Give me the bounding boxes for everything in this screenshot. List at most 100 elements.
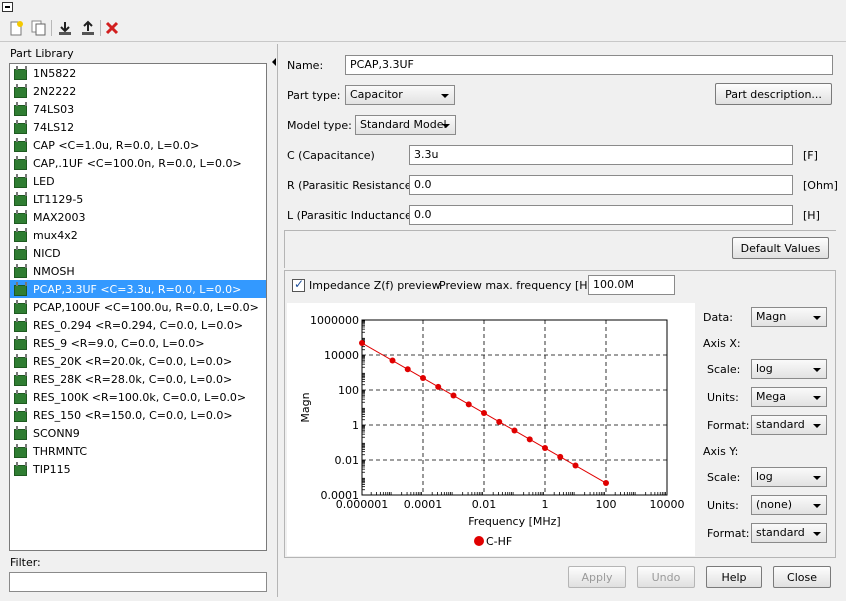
- default-values-button[interactable]: Default Values: [732, 237, 829, 259]
- y-tick-label: 1000000: [310, 314, 359, 327]
- resistance-field[interactable]: 0.0: [409, 175, 793, 195]
- chip-icon: [13, 336, 27, 350]
- data-point: [465, 401, 472, 408]
- capacitance-field[interactable]: 3.3u: [409, 145, 793, 165]
- x-tick-label: 0.0001: [404, 498, 443, 511]
- x-scale-select[interactable]: log: [751, 359, 827, 379]
- list-item[interactable]: 74LS03: [10, 100, 266, 118]
- max-frequency-field[interactable]: 100.0M: [588, 275, 675, 295]
- x-format-value: standard: [756, 418, 805, 431]
- model-type-value: Standard Model: [360, 118, 447, 131]
- model-type-select[interactable]: Standard Model: [355, 115, 456, 135]
- panel-splitter[interactable]: [271, 45, 276, 597]
- list-item[interactable]: MAX2003: [10, 208, 266, 226]
- data-select[interactable]: Magn: [751, 307, 827, 327]
- chip-icon: [13, 246, 27, 260]
- list-item-label: 74LS12: [33, 120, 75, 134]
- divider: [277, 44, 278, 597]
- toolbar-separator: [51, 20, 52, 36]
- chip-icon: [13, 408, 27, 422]
- part-description-button[interactable]: Part description...: [715, 83, 832, 105]
- copy-part-icon[interactable]: [28, 18, 48, 38]
- list-item[interactable]: LT1129-5: [10, 190, 266, 208]
- chip-icon: [13, 66, 27, 80]
- list-item[interactable]: RES_28K <R=28.0k, C=0.0, L=0.0>: [10, 370, 266, 388]
- collapse-icon[interactable]: [2, 2, 13, 12]
- x-format-select[interactable]: standard: [751, 415, 827, 435]
- list-item-label: RES_9 <R=9.0, C=0.0, L=0.0>: [33, 336, 205, 350]
- help-button[interactable]: Help: [706, 566, 762, 588]
- list-item[interactable]: CAP,.1UF <C=100.0n, R=0.0, L=0.0>: [10, 154, 266, 172]
- list-item-label: RES_150 <R=150.0, C=0.0, L=0.0>: [33, 408, 233, 422]
- list-item[interactable]: RES_100K <R=100.0k, C=0.0, L=0.0>: [10, 388, 266, 406]
- part-type-select[interactable]: Capacitor: [345, 85, 455, 105]
- inductance-unit: [H]: [803, 209, 820, 222]
- y-tick-label: 100: [338, 384, 359, 397]
- undo-button[interactable]: Undo: [637, 566, 695, 588]
- inductance-field[interactable]: 0.0: [409, 205, 793, 225]
- list-item[interactable]: PCAP,3.3UF <C=3.3u, R=0.0, L=0.0>: [10, 280, 266, 298]
- list-item-label: LT1129-5: [33, 192, 84, 206]
- filter-input[interactable]: [9, 572, 267, 592]
- toolbar: [0, 14, 846, 42]
- data-label: Data:: [703, 311, 733, 324]
- list-item[interactable]: LED: [10, 172, 266, 190]
- model-type-label: Model type:: [287, 119, 352, 132]
- part-library-list[interactable]: 1N5822 2N2222 74LS03 74LS12 CAP <C=1.0u, R=0…: [9, 63, 267, 551]
- import-icon[interactable]: [55, 18, 75, 38]
- list-item[interactable]: mux4x2: [10, 226, 266, 244]
- list-item[interactable]: 1N5822: [10, 64, 266, 82]
- capacitance-unit: [F]: [803, 149, 818, 162]
- title-strip: [0, 0, 846, 14]
- list-item[interactable]: SCONN9: [10, 424, 266, 442]
- list-item-label: 2N2222: [33, 84, 77, 98]
- list-item-label: mux4x2: [33, 228, 78, 242]
- export-icon[interactable]: [78, 18, 98, 38]
- x-tick-label: 10000: [650, 498, 685, 511]
- resistance-label: R (Parasitic Resistance): [287, 179, 416, 192]
- toolbar-separator: [100, 20, 101, 36]
- collapse-left-arrow-icon[interactable]: [272, 58, 276, 66]
- list-item[interactable]: NICD: [10, 244, 266, 262]
- impedance-preview-checkbox[interactable]: [292, 277, 305, 292]
- y-scale-select[interactable]: log: [751, 467, 827, 487]
- data-point: [511, 427, 518, 434]
- list-item[interactable]: RES_0.294 <R=0.294, C=0.0, L=0.0>: [10, 316, 266, 334]
- x-axis-label: Frequency [MHz]: [468, 515, 560, 528]
- x-units-select[interactable]: Mega: [751, 387, 827, 407]
- list-item[interactable]: 2N2222: [10, 82, 266, 100]
- y-format-select[interactable]: standard: [751, 523, 827, 543]
- list-item[interactable]: PCAP,100UF <C=100.0u, R=0.0, L=0.0>: [10, 298, 266, 316]
- chip-icon: [13, 174, 27, 188]
- list-item-label: MAX2003: [33, 210, 86, 224]
- y-tick-label: 0.01: [335, 454, 360, 467]
- list-item[interactable]: NMOSH: [10, 262, 266, 280]
- y-units-select[interactable]: (none): [751, 495, 827, 515]
- divider: [284, 230, 285, 268]
- divider: [284, 230, 836, 231]
- chevron-down-icon: [813, 368, 821, 372]
- legend-label: C-HF: [486, 535, 513, 548]
- list-item-label: TIP115: [33, 462, 71, 476]
- list-item[interactable]: RES_150 <R=150.0, C=0.0, L=0.0>: [10, 406, 266, 424]
- list-item[interactable]: TIP115: [10, 460, 266, 478]
- list-item[interactable]: THRMNTC: [10, 442, 266, 460]
- name-field[interactable]: PCAP,3.3UF: [345, 55, 833, 75]
- chip-icon: [13, 390, 27, 404]
- list-item-label: PCAP,3.3UF <C=3.3u, R=0.0, L=0.0>: [33, 282, 242, 296]
- list-item[interactable]: 74LS12: [10, 118, 266, 136]
- list-item[interactable]: RES_20K <R=20.0k, C=0.0, L=0.0>: [10, 352, 266, 370]
- list-item[interactable]: RES_9 <R=9.0, C=0.0, L=0.0>: [10, 334, 266, 352]
- apply-button[interactable]: Apply: [568, 566, 626, 588]
- data-point: [557, 453, 564, 460]
- y-tick-label: 1: [352, 419, 359, 432]
- chevron-down-icon: [813, 504, 821, 508]
- new-part-icon[interactable]: [6, 18, 26, 38]
- delete-icon[interactable]: [102, 18, 122, 38]
- chevron-down-icon: [441, 94, 449, 98]
- data-point: [420, 375, 426, 382]
- list-item[interactable]: CAP <C=1.0u, R=0.0, L=0.0>: [10, 136, 266, 154]
- chart-svg: 0.000001 0.0001 0.01 1 100 100000.00010.01110…: [299, 314, 685, 528]
- y-tick-label: 10000: [324, 349, 359, 362]
- close-button[interactable]: Close: [773, 566, 831, 588]
